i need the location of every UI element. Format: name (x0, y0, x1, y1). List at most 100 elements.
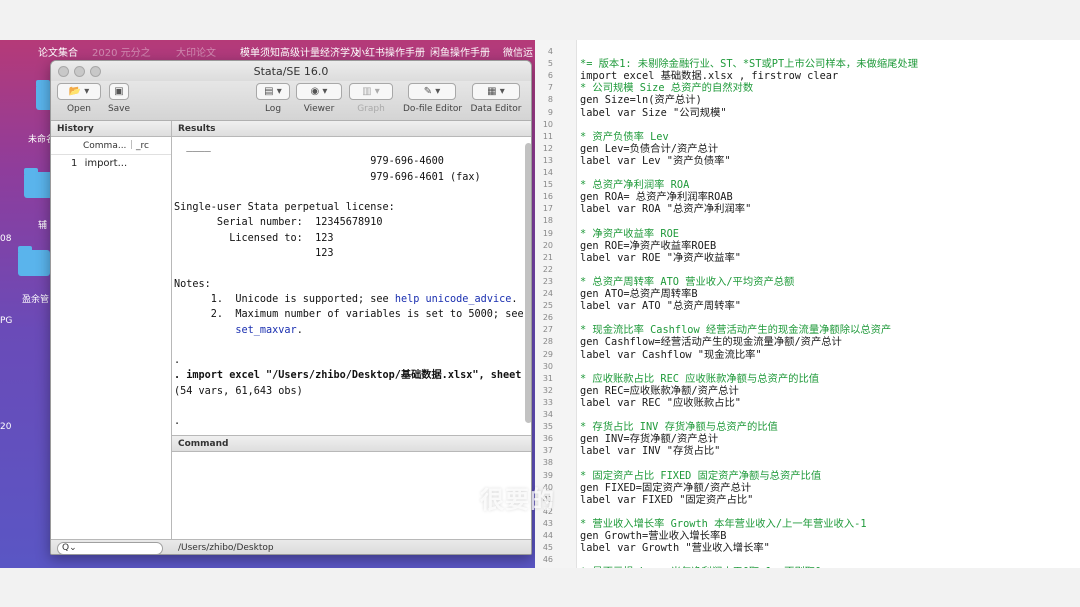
code-line[interactable]: 30 (535, 361, 1080, 373)
line-number: 16 (542, 192, 553, 202)
menubar-item[interactable]: 闲鱼操作手册 (430, 44, 490, 59)
code-line[interactable]: 10 (535, 119, 1080, 131)
toolbar: 📂 ▾ Open ▣ Save ▤ ▾ Log ◉ ▾ Viewer ▥ ▾ G… (51, 81, 531, 121)
code-text: label var Cashflow "现金流比率" (580, 348, 762, 361)
title-bar[interactable]: Stata/SE 16.0 (51, 61, 531, 81)
code-line[interactable]: 26 (535, 312, 1080, 324)
code-line[interactable]: 25 label var ATO "总资产周转率" (535, 300, 1080, 312)
code-line[interactable]: 7 * 公司规模 Size 总资产的自然对数 (535, 82, 1080, 94)
history-search-field[interactable]: Q⌄ (57, 542, 163, 554)
code-line[interactable]: 18 (535, 215, 1080, 227)
code-line[interactable]: 21 label var ROE "净资产收益率" (535, 252, 1080, 264)
menubar-item[interactable]: 论文集合 (38, 44, 78, 59)
history-row[interactable]: 1 import... (51, 155, 171, 169)
line-number: 9 (547, 107, 553, 117)
code-line[interactable]: 44 gen Growth=营业收入增长率B (535, 530, 1080, 542)
code-line[interactable]: 15 * 总资产净利润率 ROA (535, 179, 1080, 191)
viewer-button[interactable]: ◉ ▾ Viewer (296, 83, 342, 114)
set-maxvar-link[interactable]: set_maxvar (235, 325, 296, 336)
save-label: Save (107, 104, 131, 114)
desktop-label: PG (0, 316, 13, 326)
line-number: 27 (542, 325, 553, 335)
line-number: 5 (547, 59, 553, 69)
code-line[interactable]: 43 * 营业收入增长率 Growth 本年营业收入/上一年营业收入-1 (535, 518, 1080, 530)
code-line[interactable]: 4 (535, 46, 1080, 58)
code-line[interactable]: 19 * 净资产收益率 ROE (535, 228, 1080, 240)
code-line[interactable]: 40 gen FIXED=固定资产净额/资产总计 (535, 482, 1080, 494)
code-line[interactable]: 41 label var FIXED "固定资产占比" (535, 494, 1080, 506)
line-number: 22 (542, 264, 553, 274)
video-subtitle: 很要的 (480, 486, 555, 514)
code-comment: * 总资产净利润率 ROA (580, 179, 690, 192)
code-line[interactable]: 42 (535, 506, 1080, 518)
code-text: gen REC=应收账款净额/资产总计 (580, 384, 739, 397)
save-button[interactable]: ▣ Save (107, 83, 131, 114)
results-line: 979-696-4600 (174, 156, 444, 168)
dofile-editor[interactable]: 4 5 *= 版本1: 未剔除金融行业、ST、*ST或PT上市公司样本，未做缩尾处理… (535, 40, 1080, 568)
code-text: gen Growth=营业收入增长率B (580, 530, 727, 542)
letterbox-bottom (0, 568, 1080, 607)
command-title: Command (172, 436, 531, 452)
code-text: gen FIXED=固定资产净额/资产总计 (580, 481, 752, 494)
results-title: Results (172, 121, 531, 137)
save-icon: ▣ (109, 83, 129, 100)
code-line[interactable]: 24 gen ATO=总资产周转率B (535, 288, 1080, 300)
code-line[interactable]: 36 gen INV=存货净额/资产总计 (535, 433, 1080, 445)
results-line: 1. Unicode is supported; see (174, 293, 395, 305)
code-line[interactable]: 27 * 现金流比率 Cashflow 经营活动产生的现金流量净额除以总资产 (535, 324, 1080, 336)
code-line[interactable]: 39 * 固定资产占比 FIXED 固定资产净额与总资产比值 (535, 470, 1080, 482)
code-line[interactable]: 22 (535, 264, 1080, 276)
line-number: 24 (542, 289, 553, 298)
line-number: 14 (542, 168, 553, 177)
code-comment: * 资产负债率 Lev (580, 130, 669, 143)
command-panel[interactable]: Command (172, 436, 531, 540)
code-line[interactable]: 33 label var REC "应收账款占比" (535, 397, 1080, 409)
history-col-command[interactable]: Comma... (83, 141, 126, 151)
code-line[interactable]: 20 gen ROE=净资产收益率ROEB (535, 240, 1080, 252)
code-line[interactable]: 37 label var INV "存货占比" (535, 445, 1080, 457)
dofile-editor-button[interactable]: ✎ ▾ Do-file Editor (403, 83, 462, 114)
code-line[interactable]: 35 * 存货占比 INV 存货净额与总资产的比值 (535, 421, 1080, 433)
code-line[interactable]: 31 * 应收账款占比 REC 应收账款净额与总资产的比值 (535, 373, 1080, 385)
code-line[interactable]: 17 label var ROA "总资产净利润率" (535, 203, 1080, 215)
code-line[interactable]: 28 gen Cashflow=经营活动产生的现金流量净额/资产总计 (535, 336, 1080, 348)
code-line[interactable]: 9 label var Size "公司规模" (535, 107, 1080, 119)
code-line[interactable]: 32 gen REC=应收账款净额/资产总计 (535, 385, 1080, 397)
code-line[interactable]: 11 * 资产负债率 Lev (535, 131, 1080, 143)
results-scrollbar[interactable] (525, 143, 531, 423)
code-line[interactable]: 13 label var Lev "资产负债率" (535, 155, 1080, 167)
menubar-item[interactable]: 小红书操作手册 (355, 44, 425, 59)
eye-icon: ◉ ▾ (296, 83, 342, 100)
desktop-label: 08 (0, 234, 12, 244)
log-button[interactable]: ▤ ▾ Log (256, 83, 290, 114)
results-output: ____ 979-696-4600 979-696-4601 (fax) Sin… (174, 139, 524, 430)
line-number: 20 (542, 240, 553, 250)
menubar-item[interactable]: 模单须知高级计量经济学及 (240, 44, 360, 59)
code-line[interactable]: 12 gen Lev=负债合计/资产总计 (535, 143, 1080, 155)
code-line[interactable]: 29 label var Cashflow "现金流比率" (535, 349, 1080, 361)
log-label: Log (264, 104, 282, 114)
code-comment: * 总资产周转率 ATO 营业收入/平均资产总额 (580, 275, 795, 288)
history-col-rc[interactable]: _rc (136, 141, 149, 151)
code-line[interactable]: 8 gen Size=ln(资产总计) (535, 94, 1080, 106)
code-line[interactable]: 45 label var Growth "营业收入增长率" (535, 542, 1080, 554)
code-line[interactable]: 23 * 总资产周转率 ATO 营业收入/平均资产总额 (535, 276, 1080, 288)
graph-button[interactable]: ▥ ▾ Graph (349, 83, 393, 114)
folder-icon[interactable] (18, 246, 50, 276)
history-row-num: 1 (71, 158, 78, 169)
code-line[interactable]: 46 (535, 554, 1080, 566)
open-button[interactable]: 📂 ▾ Open (56, 83, 102, 114)
code-comment: *= 版本1: 未剔除金融行业、ST、*ST或PT上市公司样本，未做缩尾处理 (580, 58, 919, 71)
help-link[interactable]: help unicode_advice (395, 294, 512, 305)
code-line[interactable]: 16 gen ROA= 总资产净利润率ROAB (535, 191, 1080, 203)
results-line: Notes: (174, 278, 211, 290)
code-line[interactable]: 14 (535, 167, 1080, 179)
code-line[interactable]: 6 import excel 基础数据.xlsx , firstrow clear (535, 70, 1080, 82)
code-line[interactable]: 34 (535, 409, 1080, 421)
code-line[interactable]: 5 *= 版本1: 未剔除金融行业、ST、*ST或PT上市公司样本，未做缩尾处理 (535, 58, 1080, 70)
menubar-item[interactable]: 微信运 (503, 44, 533, 59)
data-editor-button[interactable]: ▦ ▾ Data Editor (469, 83, 523, 114)
menubar-item[interactable]: 2020 元分之 (92, 44, 151, 59)
menubar-item[interactable]: 大印论文 (176, 44, 216, 59)
code-line[interactable]: 38 (535, 457, 1080, 469)
